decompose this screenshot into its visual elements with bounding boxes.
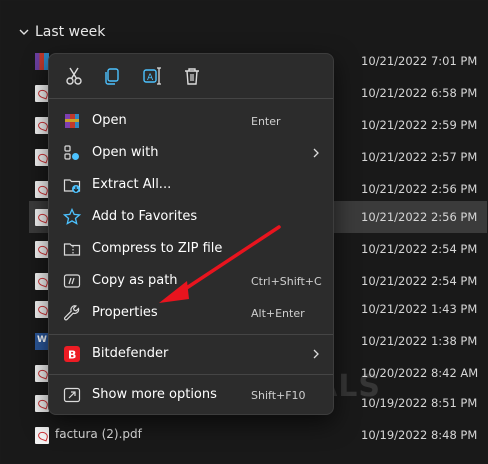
file-explorer-window: Last week 10/21/2022 7:01 PM 10/21/2022 … [0, 0, 488, 464]
annotation-arrow-icon [159, 225, 281, 303]
